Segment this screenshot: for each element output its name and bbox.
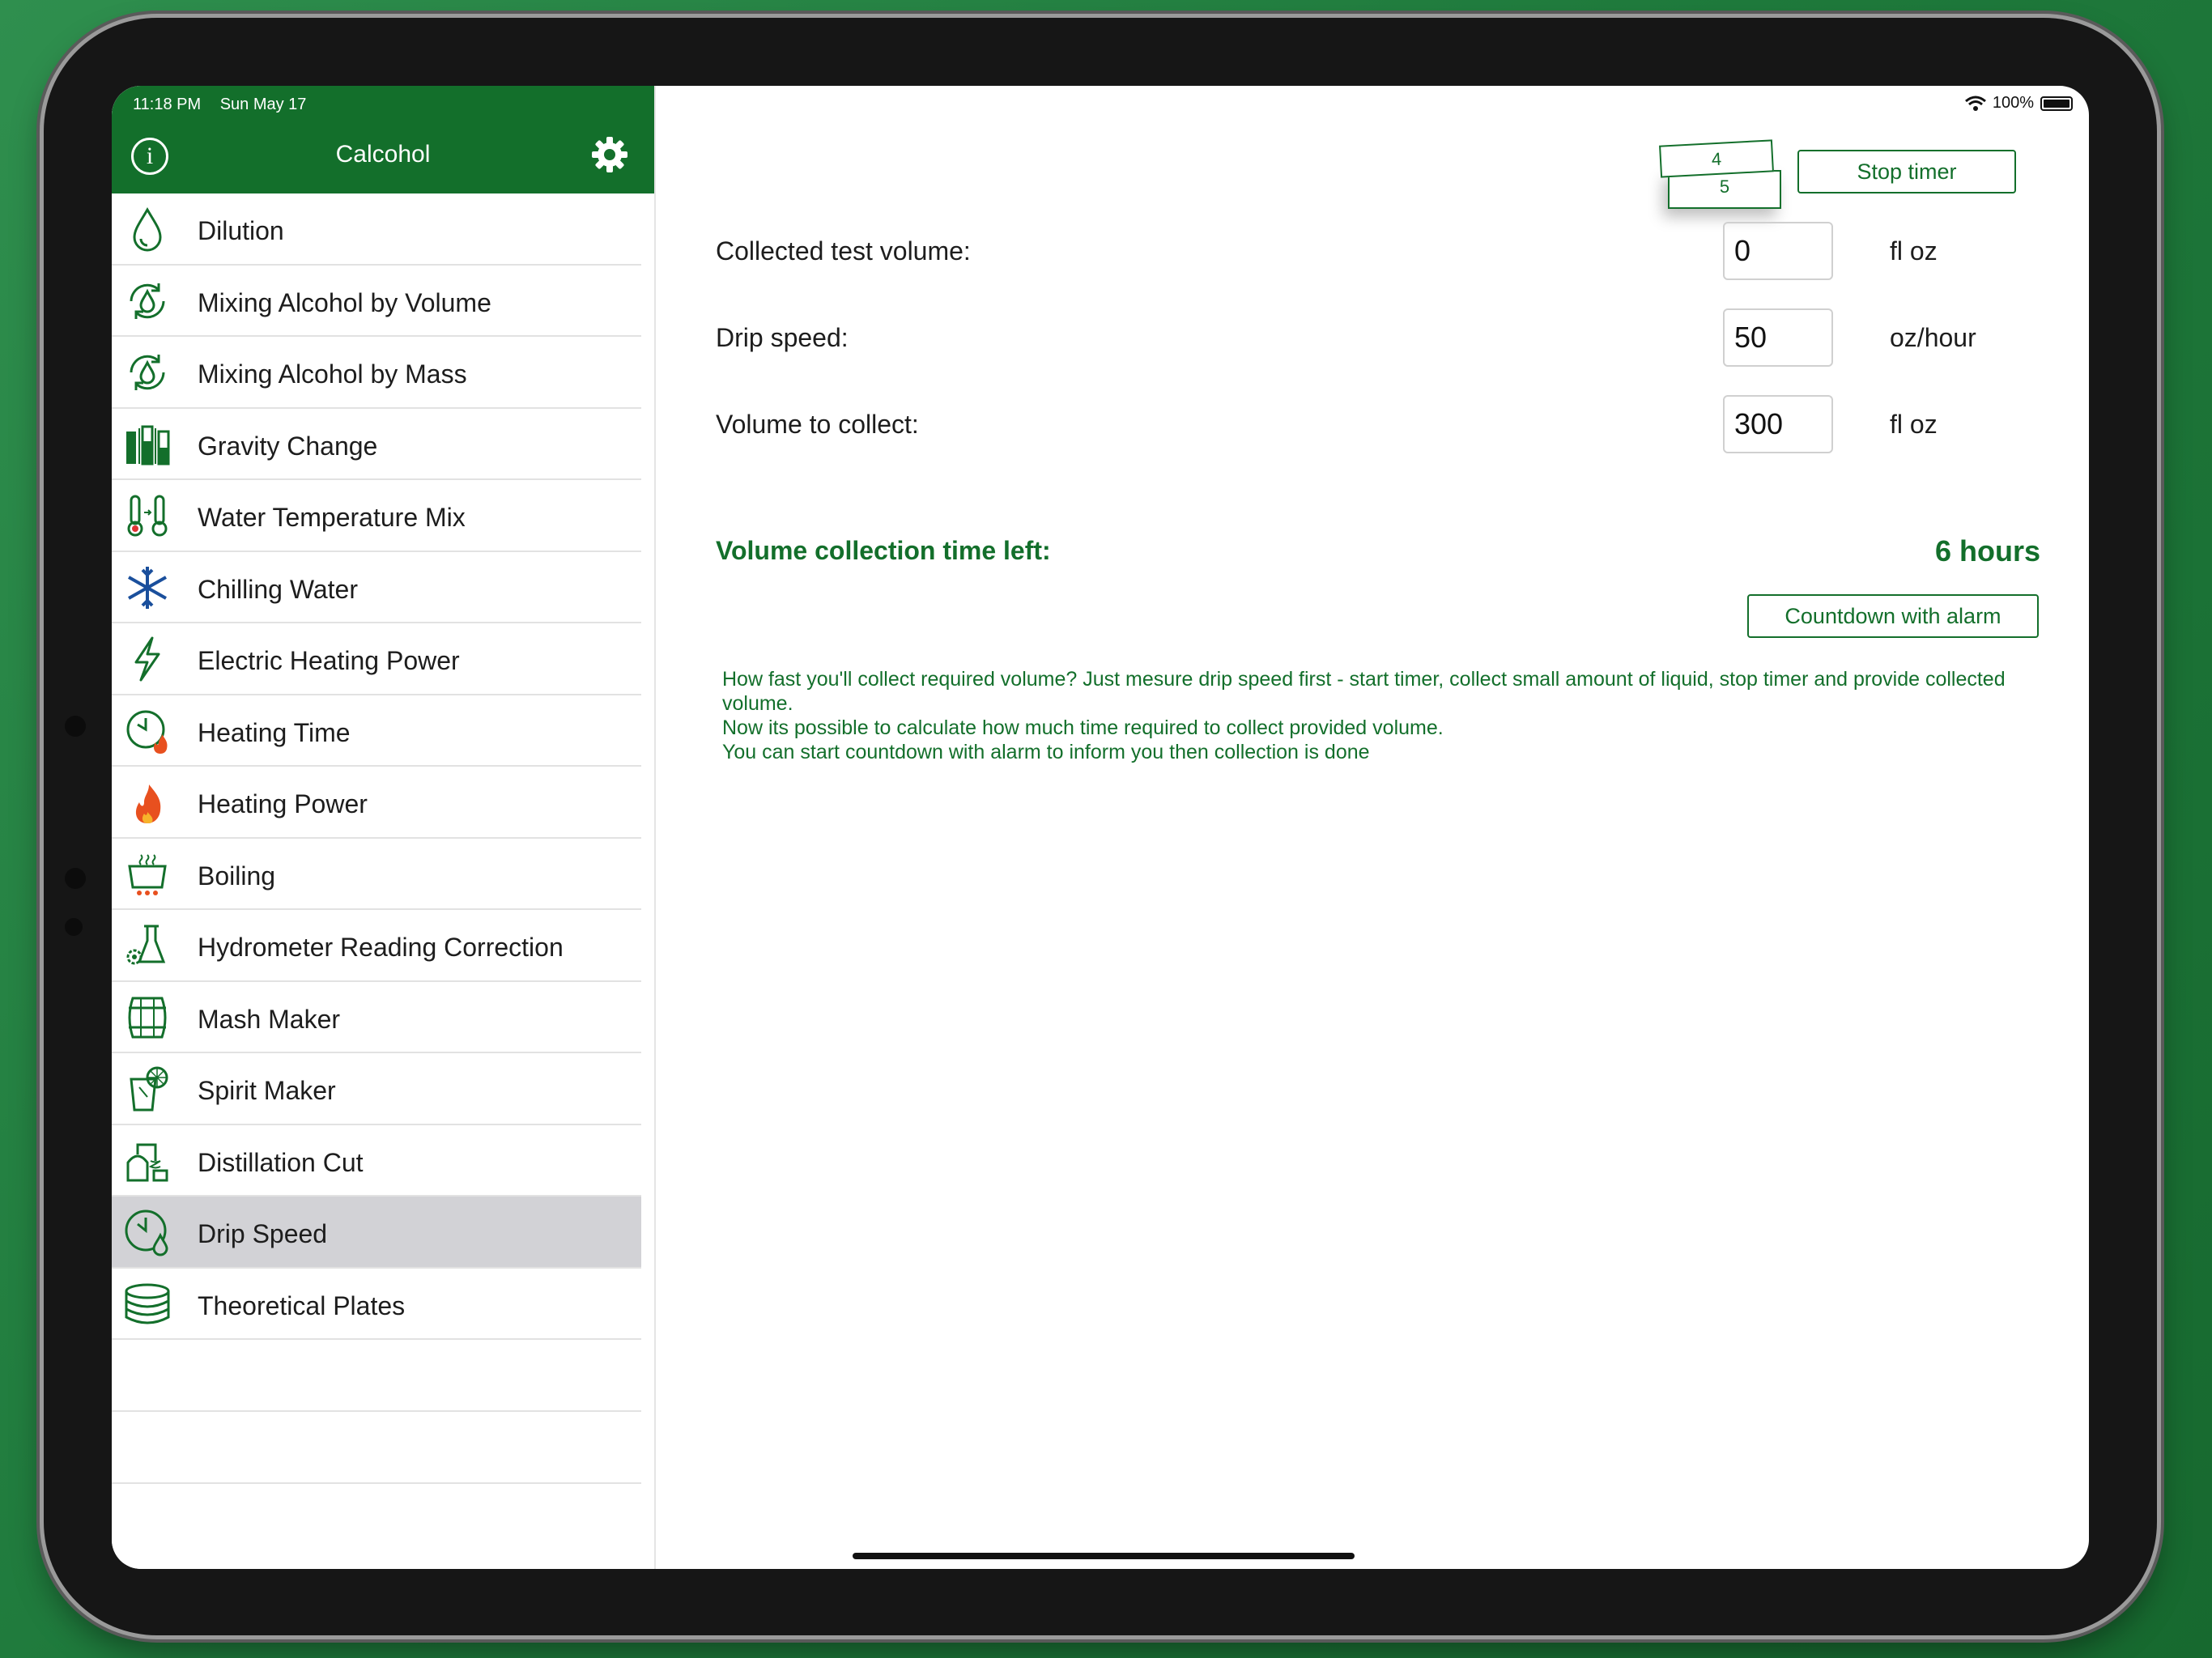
sidebar-item-gravity-change[interactable]: Gravity Change — [112, 409, 641, 480]
empty-row — [112, 1412, 641, 1484]
sidebar-item-label: Boiling — [198, 861, 276, 891]
gravity-icon — [126, 425, 170, 465]
screen: 11:18 PM Sun May 17 i Calcohol Dilution … — [112, 86, 2089, 1569]
help-line: You can start countdown with alarm to in… — [722, 741, 1370, 763]
collected-volume-input[interactable]: 0 — [1723, 222, 1833, 280]
sidebar-item-label: Spirit Maker — [198, 1076, 336, 1105]
flame-icon — [135, 784, 161, 823]
camera-dot — [65, 716, 86, 737]
empty-row — [112, 1340, 641, 1412]
side-button — [65, 868, 86, 889]
help-text: How fast you'll collect required volume?… — [722, 667, 2018, 764]
volume-to-collect-label: Volume to collect: — [716, 410, 919, 439]
drip-speed-label: Drip speed: — [716, 323, 849, 352]
droplet-icon — [133, 206, 162, 252]
wifi-icon — [1964, 96, 1986, 111]
sidebar-item-label: Hydrometer Reading Correction — [198, 933, 564, 962]
timer-front-digit: 4 — [1659, 139, 1774, 178]
drip-speed-panel: 100% 5 4 Stop timer Collected test volum… — [656, 86, 2089, 1569]
sidebar-item-label: Heating Power — [198, 789, 368, 818]
time-left-label: Volume collection time left: — [716, 536, 1051, 565]
sidebar-item-label: Gravity Change — [198, 431, 378, 461]
volume-to-collect-unit: fl oz — [1890, 410, 1938, 439]
sidebar-item-water-temperature-mix[interactable]: Water Temperature Mix — [112, 480, 641, 552]
sidebar-item-label: Chilling Water — [198, 574, 358, 604]
sidebar-item-boiling[interactable]: Boiling — [112, 839, 641, 910]
glass-lemon-icon — [130, 1066, 168, 1112]
sidebar-item-heating-time[interactable]: Heating Time — [112, 695, 641, 767]
status-bar-right: 100% — [1964, 94, 2073, 113]
drip-speed-unit: oz/hour — [1890, 323, 1976, 352]
lightning-icon — [134, 636, 160, 682]
boiling-pot-icon — [128, 853, 167, 895]
volume-to-collect-input[interactable]: 300 — [1723, 395, 1833, 453]
sidebar-item-label: Distillation Cut — [198, 1147, 364, 1177]
sidebar-item-spirit-maker[interactable]: Spirit Maker — [112, 1053, 641, 1125]
timer-display: 5 4 — [1657, 134, 1786, 223]
mix-mass-icon — [130, 355, 165, 390]
sidebar: 11:18 PM Sun May 17 i Calcohol Dilution … — [112, 86, 656, 1569]
countdown-alarm-button[interactable]: Countdown with alarm — [1747, 594, 2039, 638]
clock-flame-icon — [126, 710, 168, 754]
status-date: Sun May 17 — [219, 96, 307, 113]
sidebar-item-label: Mash Maker — [198, 1004, 341, 1034]
sidebar-item-label: Drip Speed — [198, 1219, 328, 1248]
help-line: How fast you'll collect required volume?… — [722, 668, 2006, 715]
sidebar-item-mash-maker[interactable]: Mash Maker — [112, 982, 641, 1053]
sidebar-item-label: Heating Time — [198, 717, 351, 747]
mix-volume-icon — [130, 283, 165, 319]
navigation-bar: 11:18 PM Sun May 17 i Calcohol — [112, 86, 654, 193]
sidebar-item-chilling-water[interactable]: Chilling Water — [112, 552, 641, 623]
thermometers-icon — [127, 495, 168, 537]
calculator-list: Dilution Mixing Alcohol by Volume Mixing… — [112, 193, 641, 1484]
time-left-value: 6 hours — [1934, 534, 2040, 568]
sidebar-item-label: Mixing Alcohol by Volume — [198, 287, 491, 317]
clock-drop-icon — [125, 1209, 168, 1256]
status-bar-left: 11:18 PM Sun May 17 — [133, 96, 321, 114]
collected-volume-unit: fl oz — [1890, 236, 1938, 266]
sidebar-item-label: Theoretical Plates — [198, 1290, 406, 1320]
sidebar-item-drip-speed[interactable]: Drip Speed — [112, 1197, 641, 1269]
sidebar-item-dilution[interactable]: Dilution — [112, 193, 641, 266]
home-indicator[interactable] — [853, 1553, 1355, 1559]
sidebar-item-label: Water Temperature Mix — [198, 503, 466, 532]
sidebar-item-heating-power[interactable]: Heating Power — [112, 767, 641, 839]
status-time: 11:18 PM — [133, 96, 202, 113]
stop-timer-button[interactable]: Stop timer — [1797, 150, 2016, 193]
side-button — [65, 918, 83, 936]
plates-icon — [125, 1283, 170, 1324]
sidebar-item-theoretical-plates[interactable]: Theoretical Plates — [112, 1269, 641, 1340]
sidebar-item-electric-heating-power[interactable]: Electric Heating Power — [112, 623, 641, 695]
sidebar-item-hydrometer-reading-correction[interactable]: Hydrometer Reading Correction — [112, 910, 641, 982]
app-title: Calcohol — [335, 141, 431, 168]
battery-icon — [2040, 96, 2073, 111]
sidebar-item-label: Dilution — [198, 216, 284, 245]
collected-volume-label: Collected test volume: — [716, 236, 971, 266]
drip-speed-input[interactable]: 50 — [1723, 308, 1833, 367]
sidebar-item-mixing-volume[interactable]: Mixing Alcohol by Volume — [112, 266, 641, 337]
sidebar-item-label: Electric Heating Power — [198, 646, 460, 675]
battery-percent: 100% — [1992, 94, 2034, 112]
sidebar-item-mixing-mass[interactable]: Mixing Alcohol by Mass — [112, 337, 641, 409]
barrel-icon — [128, 997, 167, 1038]
gear-icon[interactable] — [589, 134, 630, 175]
help-line: Now its possible to calculate how much t… — [722, 716, 1444, 739]
snowflake-icon — [128, 566, 167, 609]
sidebar-item-label: Mixing Alcohol by Mass — [198, 359, 467, 389]
still-icon — [126, 1143, 168, 1181]
sidebar-item-distillation-cut[interactable]: Distillation Cut — [112, 1125, 641, 1197]
flask-gear-icon — [126, 925, 166, 965]
